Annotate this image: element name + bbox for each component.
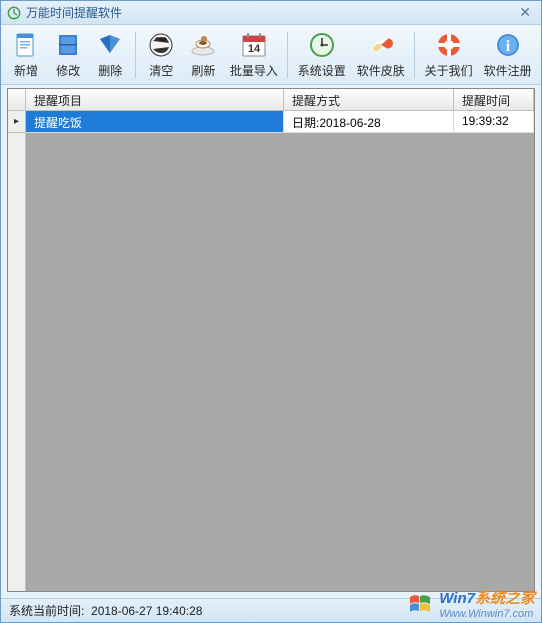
watermark: Win7系统之家 Www.Winwin7.com [407,587,535,620]
app-window: 万能时间提醒软件 ✕ 新增 修改 删除 清空 [0,0,542,623]
close-icon[interactable]: ✕ [515,4,535,21]
grid-header: 提醒项目 提醒方式 提醒时间 [26,89,534,111]
row-header-column: ▸ [8,89,26,591]
settings-button[interactable]: 系统设置 [292,25,351,84]
status-time: 2018-06-27 19:40:28 [91,604,202,618]
calendar-icon: 14 [239,30,269,60]
toolbar-separator [414,32,415,78]
windows-logo-icon [407,591,435,617]
register-label: 软件注册 [484,62,532,79]
refresh-label: 刷新 [191,62,215,79]
watermark-text: Win7系统之家 Www.Winwin7.com [439,587,535,620]
batchimport-button[interactable]: 14 批量导入 [224,25,283,84]
grid-body: 提醒吃饭 日期:2018-06-28 19:39:32 [26,111,534,591]
info-icon: i [493,30,523,60]
app-icon [7,6,21,20]
table-row[interactable]: 提醒吃饭 日期:2018-06-28 19:39:32 [26,111,534,133]
edit-button[interactable]: 修改 [47,25,89,84]
toolbar: 新增 修改 删除 清空 刷新 [1,25,541,85]
clear-icon [146,30,176,60]
new-button[interactable]: 新增 [5,25,47,84]
row-header-corner [8,89,25,111]
window-title: 万能时间提醒软件 [26,4,515,21]
settings-label: 系统设置 [298,62,346,79]
refresh-button[interactable]: 刷新 [182,25,224,84]
svg-text:i: i [505,38,510,55]
delete-icon [95,30,125,60]
status-label: 系统当前时间: [9,602,84,619]
edit-icon [53,30,83,60]
data-grid[interactable]: ▸ 提醒项目 提醒方式 提醒时间 提醒吃饭 日期:2018-06-28 19:3… [7,88,535,592]
toolbar-separator [287,32,288,78]
column-header-project[interactable]: 提醒项目 [26,89,284,111]
delete-label: 删除 [98,62,122,79]
column-header-time[interactable]: 提醒时间 [454,89,534,111]
content-area: ▸ 提醒项目 提醒方式 提醒时间 提醒吃饭 日期:2018-06-28 19:3… [1,85,541,598]
refresh-icon [188,30,218,60]
clock-icon [307,30,337,60]
cell-time[interactable]: 19:39:32 [454,111,534,133]
column-header-method[interactable]: 提醒方式 [284,89,454,111]
row-indicator[interactable]: ▸ [8,111,25,133]
clear-label: 清空 [149,62,173,79]
svg-text:14: 14 [248,43,261,55]
cell-project[interactable]: 提醒吃饭 [26,111,284,133]
delete-button[interactable]: 删除 [89,25,131,84]
skin-label: 软件皮肤 [357,62,405,79]
about-button[interactable]: 关于我们 [419,25,478,84]
about-label: 关于我们 [425,62,473,79]
clear-button[interactable]: 清空 [140,25,182,84]
pill-icon [366,30,396,60]
grid-main: 提醒项目 提醒方式 提醒时间 提醒吃饭 日期:2018-06-28 19:39:… [26,89,534,591]
edit-label: 修改 [56,62,80,79]
title-bar: 万能时间提醒软件 ✕ [1,1,541,25]
register-button[interactable]: i 软件注册 [478,25,537,84]
watermark-url: Www.Winwin7.com [439,608,535,620]
new-label: 新增 [14,62,38,79]
new-icon [11,30,41,60]
toolbar-separator [135,32,136,78]
skin-button[interactable]: 软件皮肤 [351,25,410,84]
batchimport-label: 批量导入 [230,62,278,79]
lifebuoy-icon [434,30,464,60]
cell-method[interactable]: 日期:2018-06-28 [284,111,454,133]
